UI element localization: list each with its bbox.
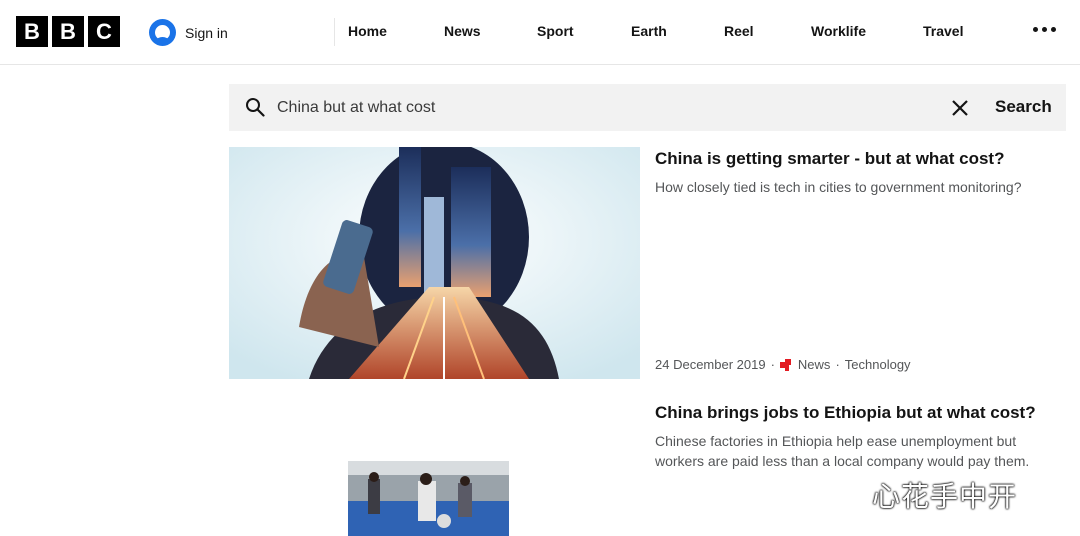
nav-home[interactable]: Home (348, 23, 387, 39)
meta-separator: · (835, 357, 840, 372)
bbc-logo[interactable]: B B C (16, 16, 120, 47)
result-thumbnail[interactable] (348, 461, 509, 536)
result-meta: 24 December 2019 · News · Technology (655, 357, 911, 372)
nav-divider (334, 18, 335, 46)
search-result: China is getting smarter - but at what c… (229, 147, 1066, 379)
search-result: China brings jobs to Ethiopia but at wha… (229, 401, 1066, 536)
sign-in-button[interactable]: Sign in (149, 19, 228, 46)
factory-image (348, 461, 509, 536)
close-icon[interactable] (950, 98, 970, 118)
sign-in-label: Sign in (185, 24, 228, 41)
search-button[interactable]: Search (995, 97, 1052, 117)
section-link-news[interactable]: News (798, 357, 831, 372)
more-horizontal-icon[interactable] (1033, 27, 1056, 32)
nav-worklife[interactable]: Worklife (811, 23, 866, 39)
nav-travel[interactable]: Travel (923, 23, 963, 39)
result-title[interactable]: China brings jobs to Ethiopia but at wha… (655, 403, 1036, 423)
logo-letter: C (88, 16, 120, 47)
result-date: 24 December 2019 (655, 357, 766, 372)
search-icon (246, 98, 265, 117)
page: B B C Sign in Home News Sport Earth Reel… (0, 0, 1080, 536)
result-thumbnail[interactable] (229, 147, 640, 379)
search-bar: Search (229, 84, 1066, 131)
meta-separator: · (770, 357, 775, 372)
nav-reel[interactable]: Reel (724, 23, 754, 39)
topic-link-technology[interactable]: Technology (845, 357, 911, 372)
search-input[interactable] (277, 84, 917, 131)
watermark-text: 心花手中开 (872, 480, 1018, 513)
result-title[interactable]: China is getting smarter - but at what c… (655, 149, 1004, 169)
nav-earth[interactable]: Earth (631, 23, 667, 39)
site-header: B B C Sign in Home News Sport Earth Reel… (0, 0, 1080, 65)
result-summary: How closely tied is tech in cities to go… (655, 179, 1022, 195)
user-icon (149, 19, 176, 46)
nav-sport[interactable]: Sport (537, 23, 574, 39)
logo-letter: B (16, 16, 48, 47)
logo-letter: B (52, 16, 84, 47)
news-flag-icon (779, 358, 791, 371)
city-phone-image (229, 147, 640, 379)
nav-news[interactable]: News (444, 23, 481, 39)
result-summary: Chinese factories in Ethiopia help ease … (655, 433, 1030, 469)
